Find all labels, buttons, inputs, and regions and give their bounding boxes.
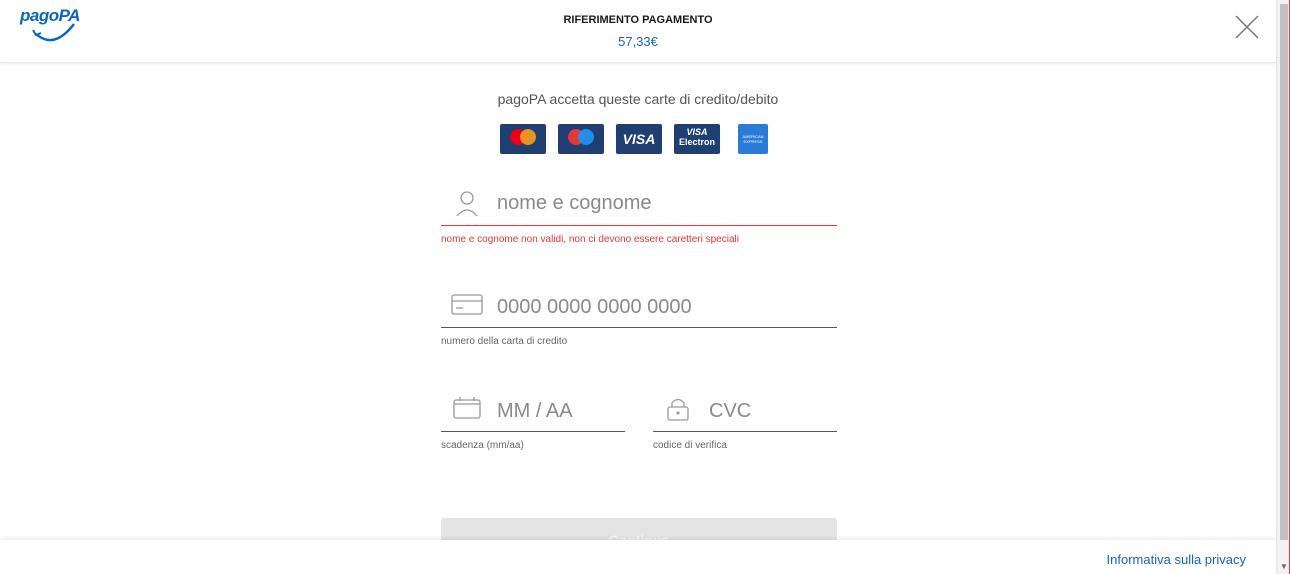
visa-electron-bottom: Electron	[678, 137, 715, 147]
scroll-down-arrow-icon[interactable]: ▼	[1280, 562, 1288, 571]
card-number-helper: numero della carta di credito	[441, 336, 568, 347]
maestro-logo	[558, 124, 604, 154]
expiry-input[interactable]: MM / AA	[497, 400, 573, 423]
payment-amount: 57,33€	[618, 34, 658, 49]
header: pagoPA RIFERIMENTO PAGAMENTO 57,33€	[0, 0, 1276, 63]
name-field[interactable]: nome e cognome	[441, 188, 837, 226]
expiry-helper: scadenza (mm/aa)	[441, 440, 524, 451]
close-icon	[1235, 15, 1259, 39]
card-number-underline	[441, 327, 837, 328]
credit-card-icon	[451, 294, 483, 315]
cvc-field[interactable]: CVC	[653, 394, 837, 432]
amex-logo: AMERICAN EXPRESS	[738, 124, 768, 154]
close-button[interactable]	[1234, 14, 1260, 40]
name-input[interactable]: nome e cognome	[497, 192, 652, 215]
name-underline	[441, 225, 837, 226]
cvc-underline	[653, 431, 837, 432]
lock-icon	[667, 398, 689, 421]
visa-electron-top: VISA	[686, 127, 708, 137]
card-number-field[interactable]: 0000 0000 0000 0000	[441, 290, 837, 328]
footer: Informativa sulla privacy	[0, 540, 1276, 574]
cvc-input[interactable]: CVC	[709, 400, 751, 423]
calendar-icon	[453, 397, 481, 419]
card-number-input[interactable]: 0000 0000 0000 0000	[497, 296, 692, 319]
mastercard-logo	[500, 124, 546, 154]
cvc-helper: codice di verifica	[653, 440, 727, 451]
name-error-message: nome e cognome non validi, non ci devono…	[441, 234, 739, 245]
expiry-field[interactable]: MM / AA	[441, 394, 625, 432]
privacy-link[interactable]: Informativa sulla privacy	[1107, 552, 1246, 567]
scrollbar-thumb[interactable]	[1280, 4, 1288, 540]
scrollbar[interactable]: ▼	[1276, 0, 1290, 574]
visa-electron-logo: VISA Electron	[674, 124, 720, 154]
accepted-cards-text: pagoPA accetta queste carte di credito/d…	[497, 91, 779, 107]
visa-logo: VISA	[616, 124, 662, 154]
reference-title: RIFERIMENTO PAGAMENTO	[563, 14, 713, 26]
expiry-underline	[441, 431, 625, 432]
user-icon	[456, 191, 478, 217]
